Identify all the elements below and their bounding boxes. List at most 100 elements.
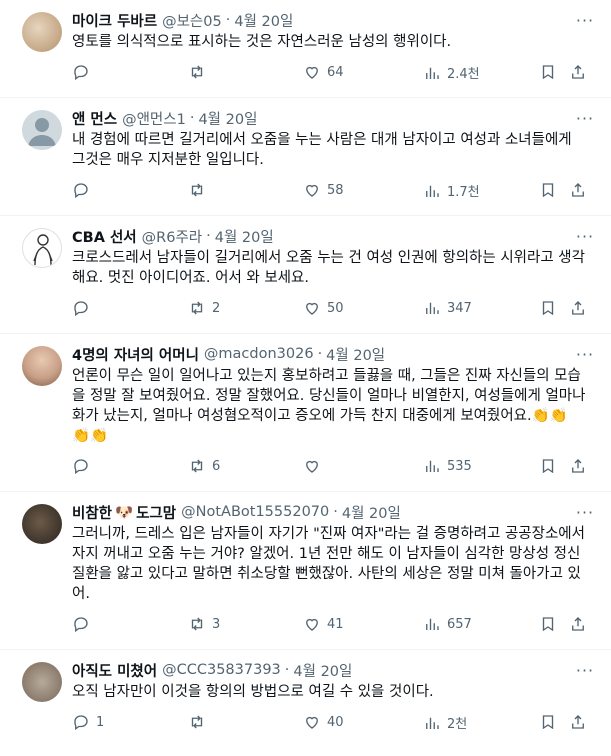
user-handle[interactable]: @NotABot15552070 [181,504,329,520]
retweet-button[interactable] [188,181,212,199]
reply-button[interactable]: 1 [72,713,104,731]
tweet-header: 아직도 미쳤어 @CCC35837393 · 4월 20일 [72,660,595,680]
retweet-button[interactable]: 2 [188,299,220,317]
more-icon[interactable]: ··· [575,226,595,246]
share-button[interactable] [569,457,587,475]
retweet-icon [191,715,203,729]
reply-icon [74,715,88,731]
share-button[interactable] [569,181,587,199]
more-icon[interactable]: ··· [575,108,595,128]
avatar[interactable] [22,12,62,52]
views-button[interactable]: 535 [423,457,472,475]
user-handle[interactable]: @CCC35837393 [162,662,281,678]
display-name-suffix[interactable]: 도그맘 [136,502,176,523]
tweet-text: 내 경험에 따르면 길거리에서 오줌을 누는 사람은 대개 남자이고 여성과 소… [72,132,572,168]
reply-icon [74,459,88,475]
timeline-feed: 마이크 두바르 @보슨05 · 4월 20일 ··· 영토를 의식적으로 표시하… [0,0,611,754]
bookmark-button[interactable] [539,615,557,633]
views-button[interactable]: 1.7천 [423,181,480,200]
dog-emoji: 🐶 [115,504,134,521]
tweet-date[interactable]: 4월 20일 [293,660,352,681]
like-button[interactable]: 64 [303,63,344,81]
avatar[interactable] [22,110,62,150]
views-button[interactable]: 2천 [423,713,467,732]
like-count: 64 [327,64,344,80]
bookmark-button[interactable] [539,713,557,731]
share-icon [572,183,584,197]
reply-icon [74,183,88,199]
heart-icon [306,66,318,79]
like-count: 41 [327,616,344,632]
reply-button[interactable] [72,63,96,81]
tweet[interactable]: 앤 먼스 @앤먼스1 · 4월 20일 ··· 내 경험에 따르면 길거리에서 … [0,98,611,216]
bookmark-button[interactable] [539,299,557,317]
display-name[interactable]: 비참한 [72,502,112,523]
user-handle[interactable]: @macdon3026 [204,346,314,362]
display-name[interactable]: 4명의 자녀의 어머니 [72,344,199,365]
tweet[interactable]: 비참한 🐶 도그맘 @NotABot15552070 · 4월 20일 ··· … [0,492,611,650]
share-button[interactable] [569,615,587,633]
views-icon [426,460,439,472]
share-button[interactable] [569,63,587,81]
display-name[interactable]: 앤 먼스 [72,108,117,129]
separator: · [206,228,211,244]
views-button[interactable]: 347 [423,299,472,317]
views-button[interactable]: 2.4천 [423,63,480,82]
share-icon [572,459,584,473]
tweet-text: 크로스드레서 남자들이 길거리에서 오줌 누는 건 여성 인권에 항의하는 시위… [72,250,585,286]
action-bar: 3 41 657 [72,604,595,646]
user-handle[interactable]: @앤먼스1 [122,108,186,129]
retweet-count: 3 [212,616,221,632]
retweet-icon [191,301,203,315]
display-name[interactable]: 아직도 미쳤어 [72,660,157,681]
separator: · [317,346,323,362]
more-icon[interactable]: ··· [575,660,595,680]
reply-button[interactable] [72,181,96,199]
views-button[interactable]: 657 [423,615,472,633]
bookmark-button[interactable] [539,63,557,81]
avatar[interactable] [22,346,62,386]
display-name[interactable]: CBA 선서 [72,226,137,247]
like-button[interactable] [303,457,327,475]
display-name[interactable]: 마이크 두바르 [72,10,157,31]
tweet[interactable]: 4명의 자녀의 어머니 @macdon3026 · 4월 20일 ··· 언론이… [0,334,611,492]
avatar[interactable] [22,662,62,702]
tweet-date[interactable]: 4월 20일 [215,226,274,247]
share-button[interactable] [569,713,587,731]
tweet-header: CBA 선서 @R6주라 · 4월 20일 [72,226,595,246]
tweet-date[interactable]: 4월 20일 [342,502,401,523]
more-icon[interactable]: ··· [575,10,595,30]
more-icon[interactable]: ··· [575,344,595,364]
tweet[interactable]: CBA 선서 @R6주라 · 4월 20일 ··· 크로스드레서 남자들이 길거… [0,216,611,334]
reply-button[interactable] [72,615,96,633]
user-handle[interactable]: @보슨05 [162,10,222,31]
more-icon[interactable]: ··· [575,502,595,522]
retweet-button[interactable] [188,63,212,81]
action-bar: 58 1.7천 [72,170,595,212]
bookmark-button[interactable] [539,457,557,475]
like-button[interactable]: 40 [303,713,344,731]
user-handle[interactable]: @R6주라 [142,226,202,247]
reply-button[interactable] [72,457,96,475]
share-button[interactable] [569,299,587,317]
tweet[interactable]: 아직도 미쳤어 @CCC35837393 · 4월 20일 ··· 오직 남자만… [0,650,611,754]
like-button[interactable]: 50 [303,299,344,317]
tweet[interactable]: 마이크 두바르 @보슨05 · 4월 20일 ··· 영토를 의식적으로 표시하… [0,0,611,98]
view-count: 347 [447,300,472,316]
avatar[interactable] [22,228,62,268]
retweet-button[interactable] [188,713,212,731]
retweet-button[interactable]: 6 [188,457,220,475]
separator: · [284,662,290,678]
tweet-text: 그러니까, 드레스 입은 남자들이 자기가 "진짜 여자"라는 걸 증명하려고 … [72,526,585,602]
tweet-date[interactable]: 4월 20일 [326,344,385,365]
retweet-button[interactable]: 3 [188,615,220,633]
views-icon [426,717,439,729]
like-button[interactable]: 58 [303,181,344,199]
avatar[interactable] [22,504,62,544]
tweet-date[interactable]: 4월 20일 [198,108,257,129]
tweet-date[interactable]: 4월 20일 [234,10,293,31]
like-button[interactable]: 41 [303,615,344,633]
reply-button[interactable] [72,299,96,317]
bookmark-button[interactable] [539,181,557,199]
tweet-header: 마이크 두바르 @보슨05 · 4월 20일 [72,10,595,30]
